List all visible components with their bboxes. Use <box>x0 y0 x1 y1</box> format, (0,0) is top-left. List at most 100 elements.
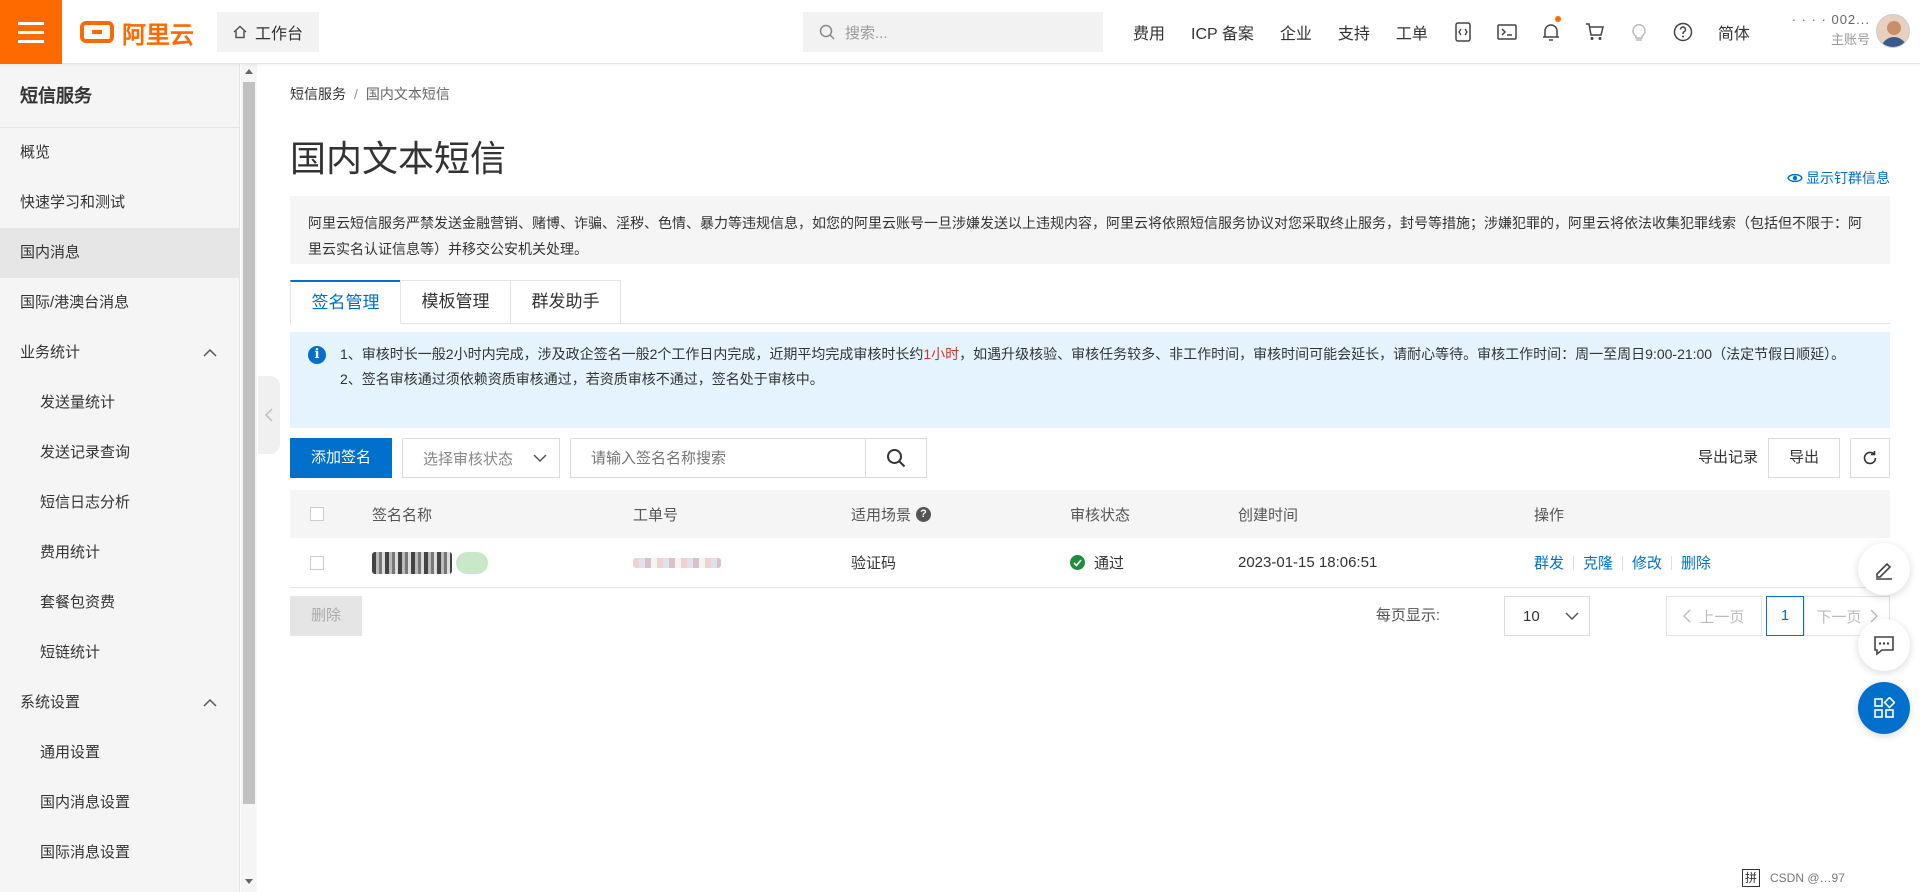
add-signature-button[interactable]: 添加签名 <box>290 438 392 478</box>
global-search-input[interactable]: 搜索... <box>803 12 1103 52</box>
column-header-status: 审核状态 <box>1070 506 1131 524</box>
refresh-button[interactable] <box>1850 438 1890 478</box>
page-number-current[interactable]: 1 <box>1766 596 1804 636</box>
clone-action[interactable]: 克隆 <box>1583 552 1613 573</box>
review-status-select[interactable]: 选择审核状态 <box>402 438 560 478</box>
sidebar-item-domestic[interactable]: 国内消息 <box>0 228 239 278</box>
sidebar-item-label: 套餐包资费 <box>40 594 116 611</box>
export-records-link[interactable]: 导出记录 <box>1698 438 1758 478</box>
tab-template-management[interactable]: 模板管理 <box>400 280 511 324</box>
sidebar: 短信服务 概览 快速学习和测试 国内消息 国际/港澳台消息 业务统计 发送量统计… <box>0 64 240 892</box>
page-title: 国内文本短信 <box>290 138 507 179</box>
search-icon <box>819 24 835 40</box>
language-switch[interactable]: 简体 <box>1705 20 1763 44</box>
sidebar-item-cost-stats[interactable]: 费用统计 <box>0 528 239 578</box>
export-button[interactable]: 导出 <box>1768 438 1840 478</box>
chevron-up-icon <box>203 328 217 378</box>
nav-icp[interactable]: ICP 备案 <box>1178 20 1267 44</box>
sidebar-scrollbar[interactable] <box>241 64 257 892</box>
row-checkbox[interactable] <box>310 538 324 587</box>
edit-action[interactable]: 修改 <box>1632 552 1662 573</box>
nav-support[interactable]: 支持 <box>1325 20 1383 44</box>
sidebar-item-label: 概览 <box>20 144 51 161</box>
sidebar-title: 短信服务 <box>0 64 239 128</box>
ime-toolbar: 拼 CSDN @…97 <box>1742 864 1920 892</box>
signature-search-input[interactable] <box>570 438 868 478</box>
sidebar-item-log-analysis[interactable]: 短信日志分析 <box>0 478 239 528</box>
prev-page-button[interactable]: 上一页 <box>1666 596 1762 636</box>
scrollbar-thumb[interactable] <box>243 82 255 804</box>
review-status-select-label: 选择审核状态 <box>423 450 514 468</box>
sidebar-group-system-settings[interactable]: 系统设置 <box>0 678 239 728</box>
nav-enterprise[interactable]: 企业 <box>1267 20 1325 44</box>
sidebar-item-international[interactable]: 国际/港澳台消息 <box>0 278 239 328</box>
nav-fees[interactable]: 费用 <box>1120 20 1178 44</box>
page-size-select[interactable]: 10 <box>1504 596 1590 636</box>
tab-bar: 签名管理 模板管理 群发助手 <box>290 280 1890 324</box>
sidebar-item-send-volume[interactable]: 发送量统计 <box>0 378 239 428</box>
show-dingtalk-group-link[interactable]: 显示钉群信息 <box>1787 168 1890 188</box>
tab-bulk-send-assistant[interactable]: 群发助手 <box>510 280 621 324</box>
search-icon <box>887 449 906 468</box>
sidebar-collapse-button[interactable] <box>258 376 280 454</box>
account-info[interactable]: · · · · 002... 主账号 <box>1760 10 1870 54</box>
column-header-signature: 签名名称 <box>372 506 433 524</box>
chat-button[interactable] <box>1858 619 1910 671</box>
help-icon[interactable] <box>1661 0 1705 64</box>
table-row: 验证码 通过 2023-01-15 18:06:51 群发 克隆 修改 删除 <box>290 538 1890 588</box>
pagination: 每页显示: 10 上一页 1 下一页 <box>1330 596 1890 636</box>
ticket-number-redacted <box>633 538 721 587</box>
help-icon[interactable]: ? <box>916 506 932 522</box>
ime-pinyin-indicator[interactable]: 拼 <box>1742 869 1760 887</box>
scroll-down-icon[interactable] <box>244 878 254 885</box>
delete-action[interactable]: 删除 <box>1681 552 1711 573</box>
workbench-button[interactable]: 工作台 <box>217 12 319 52</box>
menu-icon[interactable] <box>0 0 62 64</box>
bell-icon[interactable] <box>1529 0 1573 64</box>
signature-toolbar: 添加签名 选择审核状态 导出记录 导出 <box>290 438 1890 480</box>
sidebar-item-domestic-settings[interactable]: 国内消息设置 <box>0 778 239 828</box>
sidebar-item-overview[interactable]: 概览 <box>0 128 239 178</box>
sidebar-item-label: 通用设置 <box>40 744 101 761</box>
signature-table: 签名名称 工单号 适用场景? 审核状态 创建时间 操作 验证码 通过 2023-… <box>290 490 1890 588</box>
signature-search-button[interactable] <box>865 438 927 478</box>
aliyun-logo-icon <box>80 21 114 43</box>
select-all-checkbox[interactable] <box>310 490 324 538</box>
breadcrumb-separator: / <box>354 86 358 102</box>
code-icon[interactable] <box>1441 0 1485 64</box>
status-text: 通过 <box>1094 555 1125 572</box>
scroll-up-icon[interactable] <box>244 68 254 75</box>
sidebar-item-package-fees[interactable]: 套餐包资费 <box>0 578 239 628</box>
sidebar-item-label: 国际消息设置 <box>40 844 131 861</box>
grid-icon <box>1874 697 1895 718</box>
column-header-ticket: 工单号 <box>633 506 679 524</box>
sidebar-item-intl-settings[interactable]: 国际消息设置 <box>0 828 239 878</box>
sidebar-group-business-stats[interactable]: 业务统计 <box>0 328 239 378</box>
row-actions: 群发 克隆 修改 删除 <box>1534 538 1711 587</box>
column-header-created: 创建时间 <box>1238 506 1299 524</box>
batch-delete-button[interactable]: 删除 <box>290 596 362 636</box>
scene-value: 验证码 <box>851 555 897 572</box>
feedback-edit-button[interactable] <box>1858 543 1910 595</box>
app-grid-button[interactable] <box>1858 682 1910 734</box>
avatar[interactable] <box>1876 14 1910 48</box>
prev-page-label: 上一页 <box>1699 608 1745 626</box>
bulk-send-action[interactable]: 群发 <box>1534 552 1564 573</box>
info-line-1-a: 1、审核时长一般2小时内完成，涉及政企签名一般2个工作日内完成，近期平均完成审核… <box>340 346 924 362</box>
sidebar-item-send-records[interactable]: 发送记录查询 <box>0 428 239 478</box>
cart-icon[interactable] <box>1573 0 1617 64</box>
sidebar-item-general-settings[interactable]: 通用设置 <box>0 728 239 778</box>
terminal-icon[interactable] <box>1485 0 1529 64</box>
nav-ticket[interactable]: 工单 <box>1383 20 1441 44</box>
column-header-actions: 操作 <box>1534 506 1565 524</box>
sidebar-item-quickstart[interactable]: 快速学习和测试 <box>0 178 239 228</box>
aliyun-logo[interactable]: 阿里云 <box>80 16 194 49</box>
home-icon <box>233 25 247 39</box>
lightbulb-icon[interactable] <box>1617 0 1661 64</box>
breadcrumb-root[interactable]: 短信服务 <box>290 86 346 102</box>
account-role: 主账号 <box>1830 32 1870 47</box>
tab-signature-management[interactable]: 签名管理 <box>290 280 401 324</box>
sidebar-item-shortlink-stats[interactable]: 短链统计 <box>0 628 239 678</box>
logo-text: 阿里云 <box>122 21 194 49</box>
sidebar-item-label: 费用统计 <box>40 544 101 561</box>
